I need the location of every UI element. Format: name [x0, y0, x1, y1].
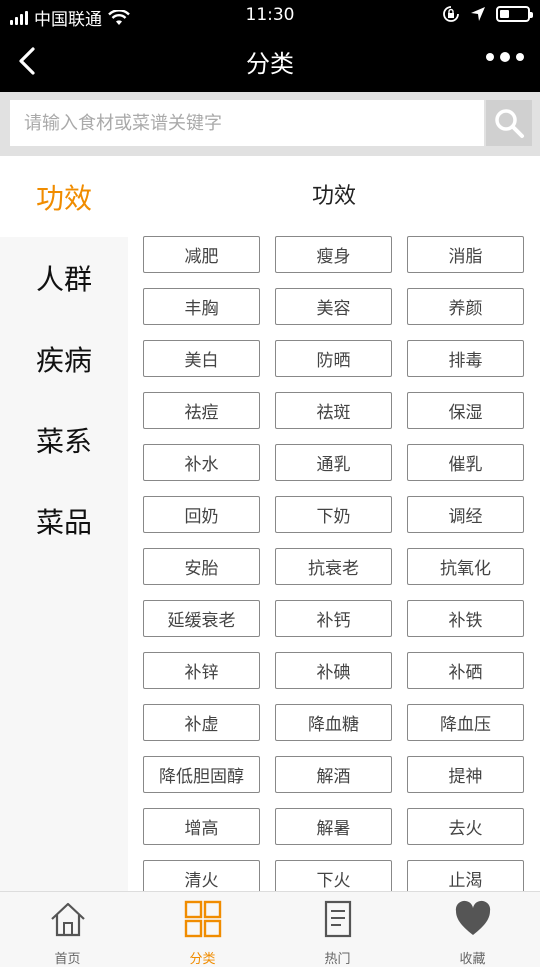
tag-grid: 减肥 瘦身 消脂丰胸 美容 养颜美白 防晒 排毒祛痘 祛斑 保湿补水 通乳 催乳回奶 下奶 调经安胎 抗衰…	[143, 236, 525, 891]
tab-1[interactable]: 分类	[135, 892, 270, 967]
tag-button[interactable]: 保湿	[407, 392, 524, 429]
orientation-lock-icon	[443, 6, 459, 22]
bottom-tab-bar: 首页 分类 热门 收藏	[0, 891, 540, 967]
search-bar	[0, 92, 540, 156]
tag-button[interactable]: 安胎	[143, 548, 260, 585]
tag-button[interactable]: 补硒	[407, 652, 524, 689]
section-title: 功效	[311, 184, 356, 209]
location-icon	[471, 7, 485, 21]
sidebar-item-1[interactable]: 人群	[0, 237, 128, 318]
tab-0[interactable]: 首页	[0, 892, 135, 967]
tag-button[interactable]: 祛斑	[275, 392, 392, 429]
search-input[interactable]	[10, 100, 484, 146]
tag-button[interactable]: 美容	[275, 288, 392, 325]
more-options-icon[interactable]	[486, 52, 524, 62]
tag-button[interactable]: 补铁	[407, 600, 524, 637]
tag-button[interactable]: 抗氧化	[407, 548, 524, 585]
tag-button[interactable]: 降血糖	[275, 704, 392, 741]
tag-button[interactable]: 解酒	[275, 756, 392, 793]
tag-button[interactable]: 抗衰老	[275, 548, 392, 585]
tag-button[interactable]: 美白	[143, 340, 260, 377]
battery-icon	[496, 6, 533, 22]
search-button[interactable]	[486, 100, 532, 146]
status-bar: 中国联通 11:30	[0, 0, 540, 30]
tag-button[interactable]: 降血压	[407, 704, 524, 741]
tag-button[interactable]: 下奶	[275, 496, 392, 533]
document-icon	[317, 898, 359, 944]
sidebar-item-3[interactable]: 菜系	[0, 399, 128, 480]
tab-label: 热门	[324, 952, 351, 967]
tag-button[interactable]: 补水	[143, 444, 260, 481]
search-icon	[495, 109, 524, 138]
heart-icon	[452, 898, 494, 944]
tab-label: 收藏	[459, 952, 486, 967]
grid-icon	[182, 898, 224, 944]
tag-button[interactable]: 减肥	[143, 236, 260, 273]
tag-button[interactable]: 解暑	[275, 808, 392, 845]
sidebar-item-0[interactable]: 功效	[0, 156, 128, 237]
tag-button[interactable]: 催乳	[407, 444, 524, 481]
tag-button[interactable]: 调经	[407, 496, 524, 533]
home-icon	[47, 898, 89, 944]
tab-label: 首页	[54, 952, 81, 967]
tag-button[interactable]: 去火	[407, 808, 524, 845]
sidebar-item-4[interactable]: 菜品	[0, 480, 128, 561]
tag-button[interactable]: 排毒	[407, 340, 524, 377]
tag-button[interactable]: 补钙	[275, 600, 392, 637]
tag-button[interactable]: 补锌	[143, 652, 260, 689]
tag-button[interactable]: 防晒	[275, 340, 392, 377]
tab-label: 分类	[189, 952, 216, 967]
tag-button[interactable]: 消脂	[407, 236, 524, 273]
tag-button[interactable]: 止渴	[407, 860, 524, 891]
tag-button[interactable]: 祛痘	[143, 392, 260, 429]
sidebar-item-2[interactable]: 疾病	[0, 318, 128, 399]
tag-button[interactable]: 增高	[143, 808, 260, 845]
tag-panel: 功效 减肥 瘦身 消脂丰胸 美容 养颜美白 防晒 排毒祛痘 祛斑 保湿补水 通乳 催乳回奶 下奶 调经安…	[128, 156, 540, 891]
page-title: 分类	[246, 50, 294, 78]
tag-button[interactable]: 提神	[407, 756, 524, 793]
tag-button[interactable]: 清火	[143, 860, 260, 891]
tab-2[interactable]: 热门	[270, 892, 405, 967]
tag-button[interactable]: 养颜	[407, 288, 524, 325]
tag-button[interactable]: 延缓衰老	[143, 600, 260, 637]
tag-button[interactable]: 补虚	[143, 704, 260, 741]
category-sidebar: 功效 人群 疾病 菜系 菜品	[0, 156, 128, 891]
tag-button[interactable]: 通乳	[275, 444, 392, 481]
tag-button[interactable]: 补碘	[275, 652, 392, 689]
tag-button[interactable]: 瘦身	[275, 236, 392, 273]
tag-button[interactable]: 降低胆固醇	[143, 756, 260, 793]
tab-3[interactable]: 收藏	[405, 892, 540, 967]
nav-bar: 分类	[0, 30, 540, 92]
tag-button[interactable]: 丰胸	[143, 288, 260, 325]
tag-button[interactable]: 下火	[275, 860, 392, 891]
tag-button[interactable]: 回奶	[143, 496, 260, 533]
